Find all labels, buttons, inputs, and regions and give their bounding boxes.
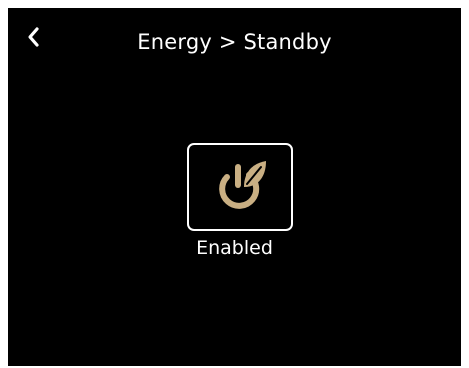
standby-status-label: Enabled [196, 237, 273, 259]
page-title: Energy > Standby [137, 30, 332, 54]
standby-screen: Energy > Standby Enabled [8, 8, 461, 366]
power-leaf-icon [208, 153, 272, 221]
standby-toggle-tile[interactable] [187, 143, 293, 231]
